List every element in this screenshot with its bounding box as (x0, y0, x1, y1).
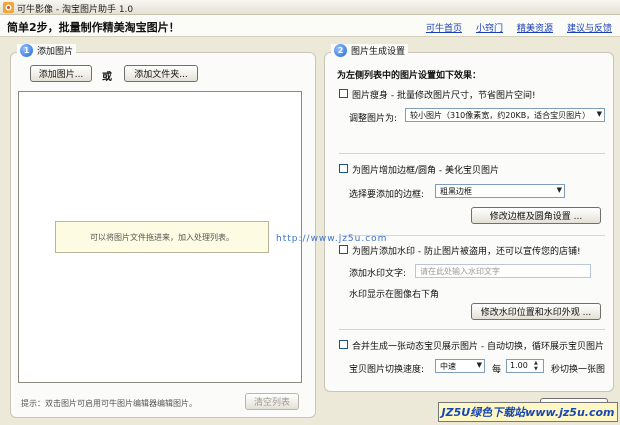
resize-label: 图片瘦身 - 批量修改图片尺寸，节省图片空间! (352, 91, 536, 101)
seconds-value: 1.00 (510, 361, 528, 370)
image-list-drop-area[interactable]: 可以将图片文件拖进来，加入处理列表。 (18, 91, 302, 383)
drop-hint: 可以将图片文件拖进来，加入处理列表。 (55, 221, 269, 253)
divider (339, 329, 605, 330)
divider (339, 153, 605, 154)
link-tips[interactable]: 小窍门 (476, 21, 503, 34)
window-title: 可牛影像 - 淘宝图片助手 1.0 (17, 5, 134, 15)
seconds-stepper[interactable]: 1.00 ▲ ▼ (506, 359, 544, 373)
watermark-label: 为图片添加水印 - 防止图片被盗用，还可以宣传您的店铺! (352, 247, 581, 257)
header-nav: 可牛首页 小窍门 精美资源 建议与反馈 (426, 21, 612, 34)
modify-watermark-button[interactable]: 修改水印位置和水印外观 ... (471, 303, 601, 320)
step-2-legend: 2 图片生成设置 (331, 44, 409, 57)
step-1-title: 添加图片 (37, 47, 74, 57)
clear-list-button[interactable]: 清空列表 (245, 393, 299, 410)
adjust-size-label: 调整图片为: (349, 114, 398, 124)
border-label: 为图片增加边框/圆角 - 美化宝贝图片 (352, 166, 500, 176)
tip-text: 提示：双击图片可启用可牛图片编辑器编辑图片。 (21, 399, 197, 408)
link-feedback[interactable]: 建议与反馈 (567, 21, 612, 34)
add-images-panel: 1 添加图片 添加图片... 或 添加文件夹... 可以将图片文件拖进来，加入处… (10, 44, 316, 418)
site-url-watermark: http://www.jz5u.com (276, 234, 388, 244)
header: 简单2步，批量制作精美淘宝图片！ 可牛首页 小窍门 精美资源 建议与反馈 (0, 15, 620, 37)
watermark-text-placeholder: 请在此处输入水印文字 (420, 267, 500, 276)
size-select[interactable]: 较小图片（310像素宽，约20KB，适合宝贝图片） ▼ (405, 108, 605, 122)
border-select[interactable]: 粗黑边框 ▼ (435, 184, 565, 198)
per-label: 秒切换一张图 (551, 365, 606, 375)
merge-label: 合并生成一张动态宝贝展示图片 - 自动切换，循环展示宝贝图片 (352, 342, 604, 352)
chevron-down-icon: ▼ (476, 361, 482, 369)
watermark-text-label: 添加水印文字: (349, 269, 407, 279)
watermark-text-input[interactable]: 请在此处输入水印文字 (415, 264, 591, 278)
speed-select[interactable]: 中速 ▼ (435, 359, 485, 373)
chevron-down-icon: ▼ (596, 110, 602, 118)
watermark-checkbox[interactable] (339, 245, 348, 254)
merge-checkbox[interactable] (339, 340, 348, 349)
border-checkbox[interactable] (339, 164, 348, 173)
spin-arrows-icon[interactable]: ▲ ▼ (534, 360, 542, 372)
border-select-value: 粗黑边框 (440, 187, 472, 196)
slogan: 简单2步，批量制作精美淘宝图片！ (7, 21, 180, 34)
speed-select-value: 中速 (440, 362, 456, 371)
every-label: 每 (492, 365, 502, 375)
settings-heading: 为左侧列表中的图片设置如下效果： (337, 71, 482, 81)
watermark-position-label: 水印显示在图像右下角 (349, 290, 440, 300)
brand-watermark: JZ5U绿色下载站www.jz5u.com (438, 402, 618, 422)
chevron-down-icon: ▼ (556, 186, 562, 194)
title-bar: 可牛影像 - 淘宝图片助手 1.0 (0, 0, 620, 15)
step-1-badge: 1 (20, 44, 33, 57)
step-1-legend: 1 添加图片 (17, 44, 77, 57)
resize-checkbox[interactable] (339, 89, 348, 98)
size-select-value: 较小图片（310像素宽，约20KB，适合宝贝图片） (410, 111, 591, 120)
app-logo-icon (3, 2, 14, 13)
link-resources[interactable]: 精美资源 (517, 21, 553, 34)
step-2-title: 图片生成设置 (351, 47, 406, 57)
add-folder-button[interactable]: 添加文件夹... (124, 65, 198, 82)
step-2-badge: 2 (334, 44, 347, 57)
speed-label: 宝贝图片切换速度: (349, 365, 425, 375)
add-images-button[interactable]: 添加图片... (30, 65, 92, 82)
link-home[interactable]: 可牛首页 (426, 21, 462, 34)
modify-border-button[interactable]: 修改边框及圆角设置 ... (471, 207, 601, 224)
settings-panel: 2 图片生成设置 为左侧列表中的图片设置如下效果： 图片瘦身 - 批量修改图片尺… (324, 44, 614, 392)
or-text: 或 (102, 72, 112, 83)
choose-border-label: 选择要添加的边框: (349, 190, 425, 200)
